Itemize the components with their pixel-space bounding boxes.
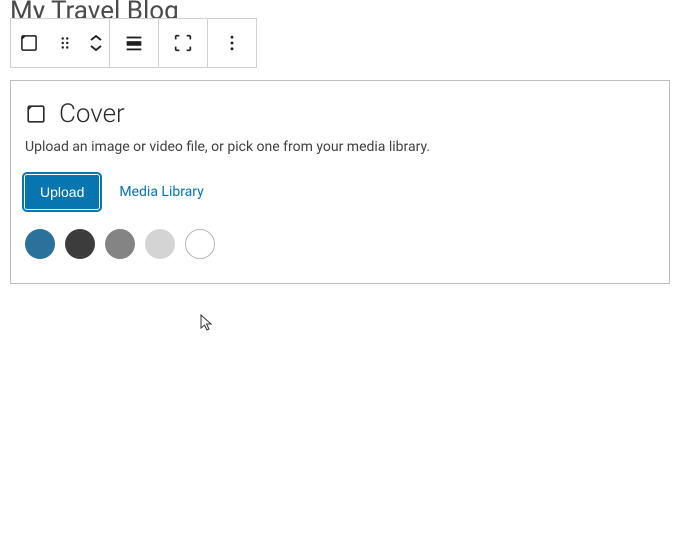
cover-block-icon (19, 33, 39, 53)
more-vertical-icon (222, 33, 242, 53)
cover-block-icon (25, 103, 47, 125)
color-swatches (25, 229, 655, 259)
alignment-icon (123, 32, 145, 54)
block-type-button[interactable] (11, 19, 47, 67)
color-swatch-4[interactable] (185, 229, 215, 259)
upload-button[interactable]: Upload (25, 175, 99, 209)
color-swatch-1[interactable] (65, 229, 95, 259)
color-swatch-2[interactable] (105, 229, 135, 259)
full-width-icon (172, 32, 194, 54)
cover-block-title: Cover (59, 99, 125, 129)
drag-handle-button[interactable] (47, 19, 83, 67)
color-swatch-3[interactable] (145, 229, 175, 259)
chevron-down-icon (89, 44, 103, 52)
cursor-icon (200, 314, 214, 332)
media-library-link[interactable]: Media Library (119, 184, 203, 200)
cover-block-placeholder: Cover Upload an image or video file, or … (10, 80, 670, 284)
block-toolbar (10, 18, 257, 68)
full-width-button[interactable] (159, 19, 207, 67)
cover-block-description: Upload an image or video file, or pick o… (25, 139, 655, 155)
more-options-button[interactable] (208, 19, 256, 67)
color-swatch-0[interactable] (25, 229, 55, 259)
mover-button[interactable] (83, 19, 109, 67)
alignment-button[interactable] (110, 19, 158, 67)
chevron-up-icon (89, 34, 103, 42)
drag-handle-icon (56, 34, 74, 52)
